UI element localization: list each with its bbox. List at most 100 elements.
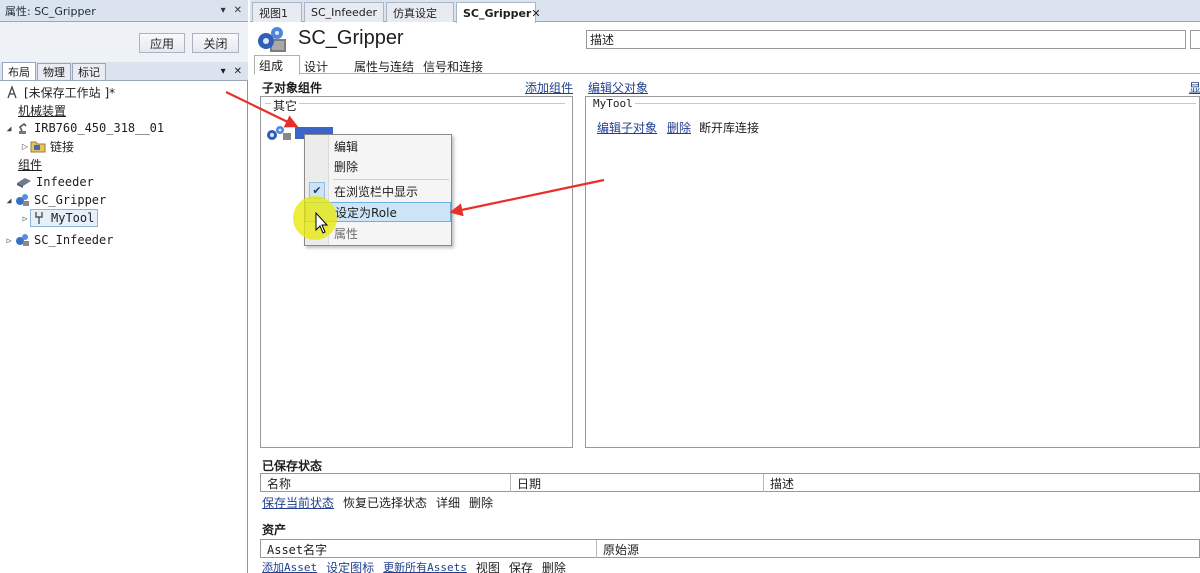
column-description[interactable]: 描述: [764, 474, 1200, 492]
component-icon: [16, 174, 32, 190]
description-field[interactable]: 描述: [586, 30, 1186, 49]
close-icon[interactable]: ✕: [234, 5, 242, 16]
save-current-state-link[interactable]: 保存当前状态: [262, 494, 334, 511]
mytool-group-label: MyTool: [591, 97, 635, 110]
smart-component-icon: [14, 192, 30, 208]
menu-separator: [333, 179, 449, 180]
tab-signals-connections[interactable]: 信号和连接: [423, 58, 483, 75]
menu-item-properties[interactable]: 属性: [305, 223, 451, 243]
menu-item-edit[interactable]: 编辑: [305, 136, 451, 156]
update-all-assets-link[interactable]: 更新所有Assets: [383, 559, 467, 573]
station-icon: [4, 84, 20, 100]
delete-asset-link[interactable]: 删除: [542, 559, 566, 573]
smart-component-icon: [14, 232, 30, 248]
child-details-box: MyTool 编辑子对象 删除 断开库连接: [585, 96, 1200, 448]
tree-infeeder[interactable]: Infeeder: [16, 173, 94, 191]
saved-states-table-header: 名称 日期 描述: [260, 473, 1200, 492]
tree-station[interactable]: [未保存工作站 ]*: [4, 83, 115, 101]
saved-states-actions: 保存当前状态 恢复已选择状态 详细 删除: [262, 494, 493, 511]
smart-component-icon: [267, 126, 291, 140]
tree-mytool-label: MyTool: [51, 211, 95, 225]
restore-selected-state-link[interactable]: 恢复已选择状态: [343, 494, 427, 511]
tree-sc-gripper[interactable]: ◢ SC_Gripper: [4, 191, 107, 209]
column-name[interactable]: 名称: [261, 474, 511, 492]
delete-state-link[interactable]: 删除: [469, 494, 493, 511]
tree-links[interactable]: ▷ 链接: [20, 137, 74, 155]
tab-sc-infeeder[interactable]: SC_Infeeder: [304, 2, 384, 22]
tree-station-label: [未保存工作站 ]*: [24, 85, 116, 100]
menu-item-set-as-role[interactable]: 设定为Role: [305, 202, 451, 222]
expand-triangle-icon[interactable]: ▷: [20, 142, 30, 151]
save-asset-link[interactable]: 保存: [509, 559, 533, 573]
tool-icon: [31, 210, 47, 226]
close-icon[interactable]: ✕: [234, 66, 242, 77]
assets-title: 资产: [262, 523, 287, 537]
tree-links-label: 链接: [50, 139, 75, 154]
assets-table-header: Asset名字 原始源: [260, 539, 1200, 558]
properties-panel-title: 属性: SC_Gripper: [5, 4, 96, 18]
description-side-button[interactable]: [1190, 30, 1200, 49]
set-icon-link[interactable]: 设定图标: [326, 559, 374, 573]
collapse-triangle-icon[interactable]: ◢: [4, 196, 14, 205]
tree-infeeder-label: Infeeder: [36, 175, 94, 189]
tab-composition[interactable]: 组成: [254, 55, 300, 75]
collapse-triangle-icon[interactable]: ◢: [4, 124, 14, 133]
menu-item-delete[interactable]: 删除: [305, 156, 451, 176]
editor-tabs: 组成 设计 属性与连结 信号和连接: [254, 55, 1200, 75]
tree-robot[interactable]: ◢ IRB760_450_318__01: [4, 119, 164, 137]
child-components-label: 子对象组件: [262, 81, 323, 95]
expand-triangle-icon[interactable]: ▷: [20, 214, 30, 223]
details-link[interactable]: 详细: [436, 494, 460, 511]
left-panel: 属性: SC_Gripper ▾ ✕ 应用 关闭 布局 物理 标记 ▾ ✕ [未…: [0, 0, 248, 573]
right-edge-link[interactable]: 显: [1189, 79, 1200, 96]
tree-robot-label: IRB760_450_318__01: [34, 121, 165, 135]
apply-button[interactable]: 应用: [139, 33, 185, 53]
tab-simulation-setup[interactable]: 仿真设定: [386, 2, 454, 22]
disconnect-library-link[interactable]: 断开库连接: [699, 119, 759, 136]
pin-icon[interactable]: ▾: [221, 5, 226, 16]
close-icon[interactable]: ✕: [531, 7, 545, 20]
tree-mytool[interactable]: ▷ MyTool: [20, 209, 99, 227]
add-asset-link[interactable]: 添加Asset: [262, 559, 317, 573]
properties-panel: 属性: SC_Gripper ▾ ✕ 应用 关闭: [0, 0, 248, 62]
context-menu: 编辑 删除 ✔ 在浏览栏中显示 设定为Role 属性: [304, 134, 452, 246]
edit-parent-link[interactable]: 编辑父对象: [588, 79, 648, 96]
layout-panel-tabs: 布局 物理 标记 ▾ ✕: [0, 62, 248, 81]
menu-item-show-in-browser[interactable]: ✔ 在浏览栏中显示: [305, 181, 451, 201]
column-asset-name[interactable]: Asset名字: [261, 540, 597, 558]
column-original-source[interactable]: 原始源: [597, 540, 1200, 558]
tree-components-header: 组件: [18, 157, 43, 172]
saved-states-title: 已保存状态: [262, 459, 323, 473]
close-button[interactable]: 关闭: [192, 33, 239, 53]
tab-properties-bindings[interactable]: 属性与连结: [354, 58, 414, 75]
description-label: 描述: [590, 33, 615, 47]
pin-icon[interactable]: ▾: [221, 66, 226, 77]
add-component-link[interactable]: 添加组件: [525, 79, 573, 96]
other-group-label: 其它: [271, 97, 300, 114]
assets-actions: 添加Asset 设定图标 更新所有Assets 视图 保存 删除: [262, 559, 566, 573]
check-icon: ✔: [309, 182, 325, 199]
folder-icon: [30, 138, 46, 154]
tree-sc-infeeder[interactable]: ▷ SC_Infeeder: [4, 231, 114, 249]
view-asset-link[interactable]: 视图: [476, 559, 500, 573]
tab-view1[interactable]: 视图1: [252, 2, 302, 22]
smart-component-large-icon: [256, 26, 288, 54]
tab-layout[interactable]: 布局: [2, 62, 36, 80]
tree-sc-infeeder-label: SC_Infeeder: [34, 233, 114, 247]
layout-panel: 布局 物理 标记 ▾ ✕ [未保存工作站 ]* 机械装置 ◢ IRB760_45…: [0, 62, 248, 573]
expand-triangle-icon[interactable]: ▷: [4, 236, 14, 245]
document-tabs: 视图1 SC_Infeeder 仿真设定 SC_Gripper ✕: [250, 0, 1200, 23]
delete-child-link[interactable]: 删除: [667, 119, 691, 136]
component-name: SC_Gripper: [298, 27, 404, 49]
edit-child-link[interactable]: 编辑子对象: [597, 119, 657, 136]
tab-physics[interactable]: 物理: [37, 63, 71, 80]
other-group-divider: [265, 103, 565, 104]
tab-design[interactable]: 设计: [304, 58, 328, 75]
column-date[interactable]: 日期: [511, 474, 764, 492]
robot-icon: [14, 120, 30, 136]
tree-mechanisms-header: 机械装置: [18, 103, 67, 118]
tab-tags[interactable]: 标记: [72, 63, 106, 80]
tab-sc-gripper[interactable]: SC_Gripper ✕: [456, 2, 541, 23]
properties-panel-header: 属性: SC_Gripper ▾ ✕: [0, 0, 248, 22]
tree-sc-gripper-label: SC_Gripper: [34, 193, 107, 207]
